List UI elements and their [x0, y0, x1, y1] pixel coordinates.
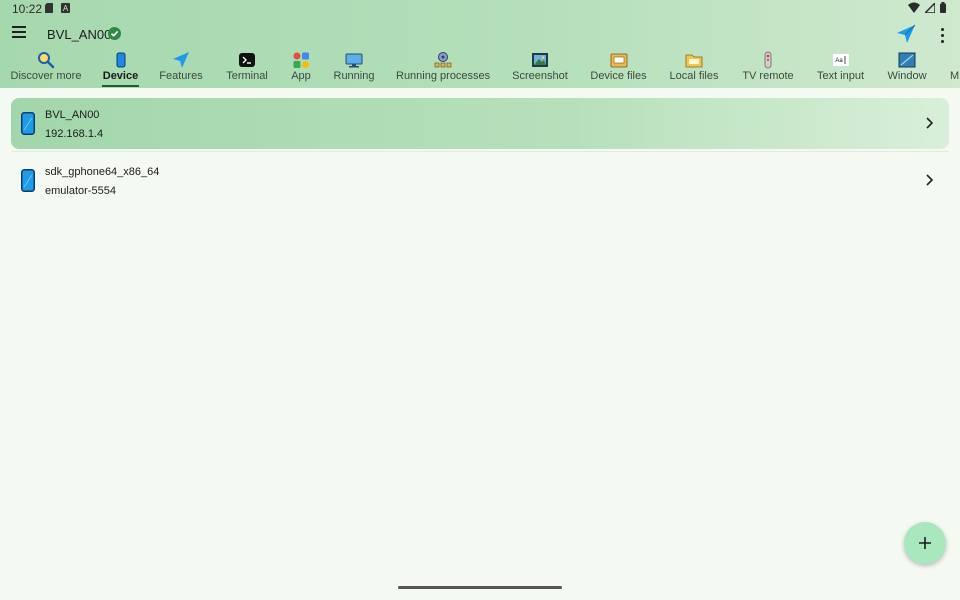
app-bar: BVL_AN00: [0, 20, 960, 48]
divider: [11, 151, 949, 152]
tab-label: Text input: [816, 70, 865, 82]
tab-label: Device files: [590, 70, 647, 82]
tab-running-processes[interactable]: Running processes: [396, 48, 490, 88]
tab-label: Window: [887, 70, 927, 82]
folder-icon: [685, 54, 703, 68]
terminal-icon: [239, 53, 255, 67]
wifi-icon: [908, 2, 920, 13]
device-list-item[interactable]: BVL_AN00 192.168.1.4: [11, 98, 949, 149]
tab-app[interactable]: App: [288, 48, 314, 88]
tab-label: Running: [333, 70, 375, 82]
chevron-right-icon: [926, 117, 934, 129]
tab-features[interactable]: Features: [157, 48, 205, 88]
check-circle-icon: [108, 27, 121, 40]
send-icon[interactable]: [896, 24, 916, 44]
device-files-icon: [610, 53, 627, 68]
phone-icon: [21, 112, 35, 135]
tab-running[interactable]: Running: [333, 48, 375, 88]
send-icon: [173, 52, 189, 68]
device-list-item[interactable]: sdk_gphone64_x86_64 emulator-5554: [11, 155, 949, 206]
remote-icon: [764, 51, 772, 69]
tab-tv-remote[interactable]: TV remote: [741, 48, 795, 88]
sd-card-icon: [45, 3, 53, 13]
gesture-navigation-bar[interactable]: [398, 586, 562, 589]
text-input-icon: Aa: [832, 54, 849, 66]
monitor-icon: [345, 53, 363, 68]
active-tab-indicator: [102, 85, 139, 87]
top-header: 10:22 A BVL_AN00 Discover more Device Fe…: [0, 0, 960, 88]
feature-tabs: Discover more Device Features Terminal A…: [0, 48, 960, 88]
device-name: sdk_gphone64_x86_64: [45, 166, 160, 178]
tab-device-files[interactable]: Device files: [589, 48, 648, 88]
tab-label: Screenshot: [512, 70, 568, 82]
apps-icon: [293, 52, 309, 68]
tab-local-files[interactable]: Local files: [668, 48, 720, 88]
plus-icon: [919, 537, 931, 549]
window-icon: [898, 52, 916, 68]
tab-terminal[interactable]: Terminal: [223, 48, 271, 88]
tab-label: M: [950, 70, 960, 82]
processes-icon: [434, 52, 452, 68]
tab-label: TV remote: [742, 70, 794, 82]
tab-label: Running processes: [396, 70, 491, 82]
chevron-right-icon: [926, 174, 934, 186]
device-address: 192.168.1.4: [45, 128, 104, 140]
status-time: 10:22: [12, 2, 43, 16]
phone-icon: [116, 52, 125, 68]
tab-more-partial[interactable]: M: [946, 48, 960, 88]
device-name: BVL_AN00: [45, 109, 100, 121]
add-device-button[interactable]: [904, 522, 946, 564]
current-device-name: BVL_AN00: [47, 27, 112, 42]
tab-label: Discover more: [10, 70, 82, 82]
svg-text:A: A: [63, 4, 69, 13]
tab-text-input[interactable]: Aa Text input: [815, 48, 866, 88]
phone-icon: [21, 169, 35, 192]
battery-icon: [940, 2, 946, 13]
signal-icon: [925, 2, 935, 13]
more-vert-icon[interactable]: [936, 26, 948, 44]
tab-label: Local files: [669, 70, 719, 82]
a-letter-icon: A: [61, 3, 70, 13]
tab-label: App: [291, 70, 311, 82]
tab-discover-more[interactable]: Discover more: [6, 48, 86, 88]
tab-screenshot[interactable]: Screenshot: [511, 48, 569, 88]
screenshot-icon: [532, 53, 548, 67]
tab-label: Device: [102, 70, 139, 82]
device-address: emulator-5554: [45, 185, 116, 197]
search-icon: [38, 52, 55, 69]
tab-label: Features: [159, 70, 203, 82]
status-bar: 10:22 A: [0, 0, 960, 18]
svg-text:Aa: Aa: [835, 58, 843, 64]
menu-icon[interactable]: [12, 26, 30, 42]
tab-label: Terminal: [226, 70, 268, 82]
tab-device[interactable]: Device: [102, 48, 139, 88]
tab-window[interactable]: Window: [886, 48, 928, 88]
